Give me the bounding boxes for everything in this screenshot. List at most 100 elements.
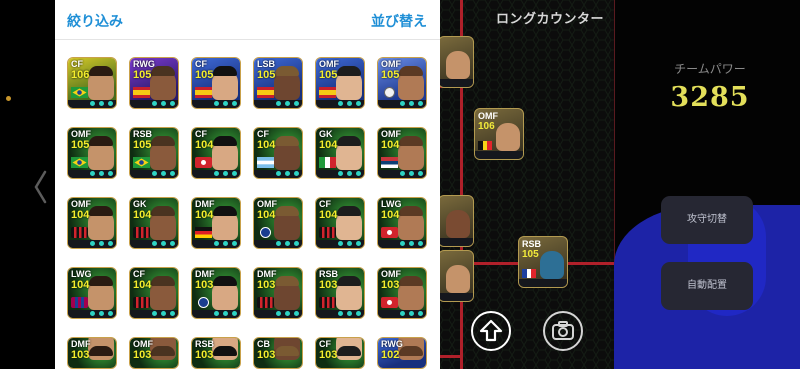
player-card[interactable]: DMF 103 [67,337,117,369]
player-card[interactable]: RWG 105 [129,57,179,109]
player-rating: 104 [133,209,152,221]
player-card[interactable]: CF 104 [253,127,303,179]
player-card[interactable]: CF 106 [67,57,117,109]
player-card[interactable]: OMF 104 [377,127,427,179]
player-hair [151,206,175,216]
skill-dot [90,171,95,176]
player-hair [337,66,361,76]
player-position: OMF [133,339,153,349]
skill-dot [232,311,237,316]
player-hair [89,276,113,286]
player-face [496,123,520,151]
skill-dot [161,101,166,106]
player-position: DMF [257,269,277,279]
skill-dots [254,310,302,318]
player-card[interactable]: OMF 104 [253,197,303,249]
player-card[interactable]: CB 103 [253,337,303,369]
pitch-player-card[interactable] [438,195,474,247]
club-red-flag-icon [195,157,212,168]
player-card[interactable]: LWG 104 [67,267,117,319]
player-position: RSB [522,239,542,249]
player-rating: 103 [319,349,338,361]
sort-button[interactable]: 並び替え [371,11,427,31]
skill-dot [285,241,290,246]
skill-dot [214,101,219,106]
player-rating: 103 [319,279,338,291]
player-face [446,210,470,238]
player-card[interactable]: OMF 105 [67,127,117,179]
player-card[interactable]: DMF 103 [253,267,303,319]
player-rating: 104 [71,279,90,291]
filter-button[interactable]: 絞り込み [67,11,123,31]
player-card[interactable]: CF 104 [315,197,365,249]
player-rating: 104 [257,139,276,151]
auto-arrange-button[interactable]: 自動配置 [661,262,753,310]
player-card[interactable]: LSB 105 [253,57,303,109]
player-card[interactable]: CF 104 [191,127,241,179]
player-position: OMF [319,59,339,69]
club-milan-flag-icon [133,227,150,238]
player-card[interactable]: GK 104 [129,197,179,249]
player-card[interactable]: CF 105 [191,57,241,109]
player-position: OMF [381,269,401,279]
skill-dot [99,311,104,316]
skill-dots [130,170,178,178]
player-card[interactable]: OMF 104 [67,197,117,249]
skill-dot [214,171,219,176]
skill-dot [276,101,281,106]
player-card[interactable]: OMF 105 [377,57,427,109]
screenshot-button[interactable] [543,311,583,351]
skill-dot [276,241,281,246]
player-position: OMF [381,129,401,139]
skill-dot [285,311,290,316]
player-card[interactable]: OMF 103 [129,337,179,369]
game-screen: OMF 106 RSB 105 ロングカウンター チームパワー 3285 攻守切… [0,0,800,369]
player-card[interactable]: RSB 103 [191,337,241,369]
club-milan-flag-icon [133,297,150,308]
skill-dot [223,311,228,316]
skill-dots [316,170,364,178]
skill-dots [68,310,116,318]
skill-dot [285,171,290,176]
player-position: CB [257,339,270,349]
skill-dot [338,311,343,316]
skill-dot [152,171,157,176]
player-rating: 103 [71,349,90,361]
player-rating: 104 [71,209,90,221]
skill-dot [170,171,175,176]
player-card[interactable]: CF 103 [315,337,365,369]
player-card[interactable]: GK 104 [315,127,365,179]
player-card[interactable]: LWG 104 [377,197,427,249]
player-position: GK [319,129,333,139]
player-card[interactable]: DMF 103 [191,267,241,319]
player-card[interactable]: OMF 105 [315,57,365,109]
skill-dot [99,171,104,176]
switch-attack-defense-button[interactable]: 攻守切替 [661,196,753,244]
player-card[interactable]: DMF 104 [191,197,241,249]
player-card[interactable]: OMF 103 [377,267,427,319]
pitch-player-card[interactable] [438,250,474,302]
chevron-left-icon[interactable] [33,170,47,204]
skill-dot [338,171,343,176]
skill-dot [152,311,157,316]
player-position: OMF [381,59,401,69]
player-hair [337,346,361,356]
panel-header: 絞り込み 並び替え [55,0,440,40]
skill-dot [223,101,228,106]
player-card[interactable]: CF 104 [129,267,179,319]
skill-dot [161,241,166,246]
player-hair [399,276,423,286]
player-hair [337,206,361,216]
skill-dots [68,100,116,108]
scroll-up-button[interactable] [471,311,511,351]
player-rating: 105 [71,139,90,151]
pitch-player-card[interactable]: RSB 105 [518,236,568,288]
player-card[interactable]: RSB 103 [315,267,365,319]
player-rating: 103 [257,349,276,361]
pitch-player-card[interactable] [438,36,474,88]
player-card[interactable]: RSB 105 [129,127,179,179]
player-card[interactable]: RWG 102 [377,337,427,369]
player-rating: 105 [381,69,400,81]
player-rating: 103 [257,279,276,291]
pitch-player-card[interactable]: OMF 106 [474,108,524,160]
